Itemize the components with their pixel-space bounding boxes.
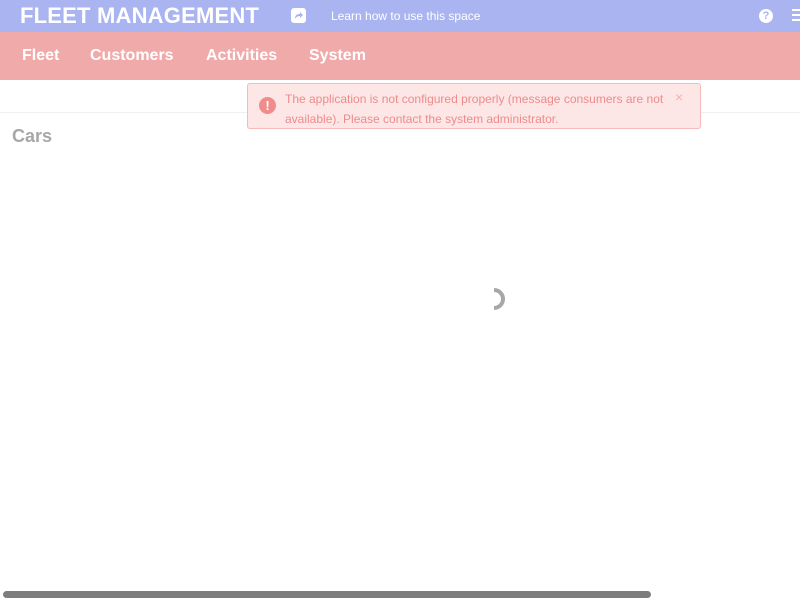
app-title[interactable]: FLEET MANAGEMENT bbox=[20, 3, 259, 29]
alert-message: The application is not configured proper… bbox=[285, 92, 664, 126]
help-icon[interactable]: ? bbox=[759, 9, 773, 23]
nav-item-activities[interactable]: Activities bbox=[206, 47, 277, 65]
close-icon[interactable]: × bbox=[675, 89, 683, 105]
hamburger-menu-icon[interactable] bbox=[792, 9, 800, 21]
nav-item-system[interactable]: System bbox=[309, 47, 366, 65]
main-navigation: Fleet Customers Activities System bbox=[0, 32, 800, 80]
horizontal-scrollbar[interactable] bbox=[3, 591, 651, 598]
error-alert: ! The application is not configured prop… bbox=[247, 83, 701, 129]
nav-item-customers[interactable]: Customers bbox=[90, 47, 174, 65]
nav-item-fleet[interactable]: Fleet bbox=[22, 47, 59, 65]
top-header: FLEET MANAGEMENT Learn how to use this s… bbox=[0, 0, 800, 32]
loading-spinner-icon bbox=[482, 283, 514, 315]
learn-how-link[interactable]: Learn how to use this space bbox=[331, 9, 480, 23]
share-icon[interactable] bbox=[291, 8, 306, 23]
error-icon: ! bbox=[259, 97, 276, 114]
page-title: Cars bbox=[12, 126, 53, 146]
